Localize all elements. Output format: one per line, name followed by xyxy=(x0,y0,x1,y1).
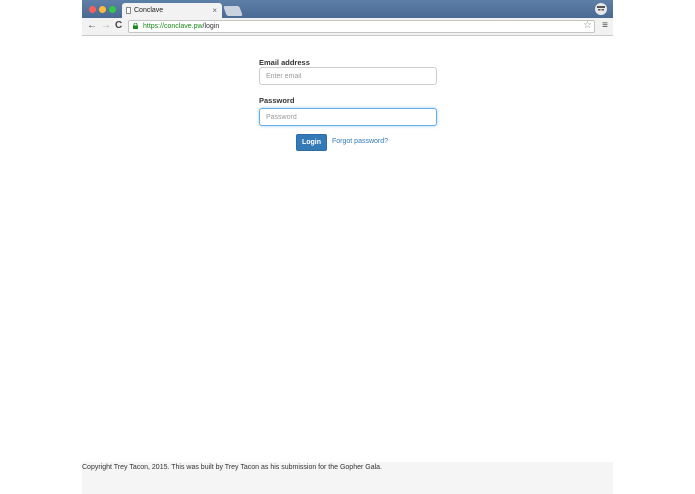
address-bar[interactable]: https://conclave.pw/login ☆ xyxy=(128,20,595,33)
footer: Copyright Trey Tacon, 2015. This was bui… xyxy=(82,462,613,494)
incognito-avatar-icon[interactable] xyxy=(594,2,608,16)
bookmark-star-icon[interactable]: ☆ xyxy=(583,20,592,31)
reload-icon[interactable]: C xyxy=(115,20,122,31)
back-icon[interactable]: ← xyxy=(87,20,97,31)
forgot-password-link[interactable]: Forgot password? xyxy=(332,138,388,145)
email-label: Email address xyxy=(259,58,310,67)
lock-icon xyxy=(133,23,138,29)
minimize-window-button[interactable] xyxy=(99,6,106,13)
tab-conclave[interactable]: Conclave × xyxy=(122,3,222,18)
menu-icon[interactable]: ≡ xyxy=(602,20,608,31)
footer-text: Copyright Trey Tacon, 2015. This was bui… xyxy=(82,464,382,471)
forward-icon[interactable]: → xyxy=(101,20,111,31)
tab-title: Conclave xyxy=(134,7,164,14)
url-text: https://conclave.pw/login xyxy=(143,21,219,32)
password-field[interactable] xyxy=(259,108,437,126)
maximize-window-button[interactable] xyxy=(109,6,116,13)
login-button[interactable]: Login xyxy=(296,134,327,151)
close-window-button[interactable] xyxy=(89,6,96,13)
browser-toolbar: ← → C https://conclave.pw/login ☆ ≡ xyxy=(82,18,613,36)
tab-bar: Conclave × xyxy=(82,0,613,18)
new-tab-button[interactable] xyxy=(223,6,243,16)
email-field[interactable] xyxy=(259,67,437,85)
tab-close-icon[interactable]: × xyxy=(212,3,217,18)
url-path: /login xyxy=(202,23,220,30)
url-host: https://conclave.pw xyxy=(143,23,203,30)
page-icon xyxy=(126,7,131,14)
password-label: Password xyxy=(259,96,295,105)
